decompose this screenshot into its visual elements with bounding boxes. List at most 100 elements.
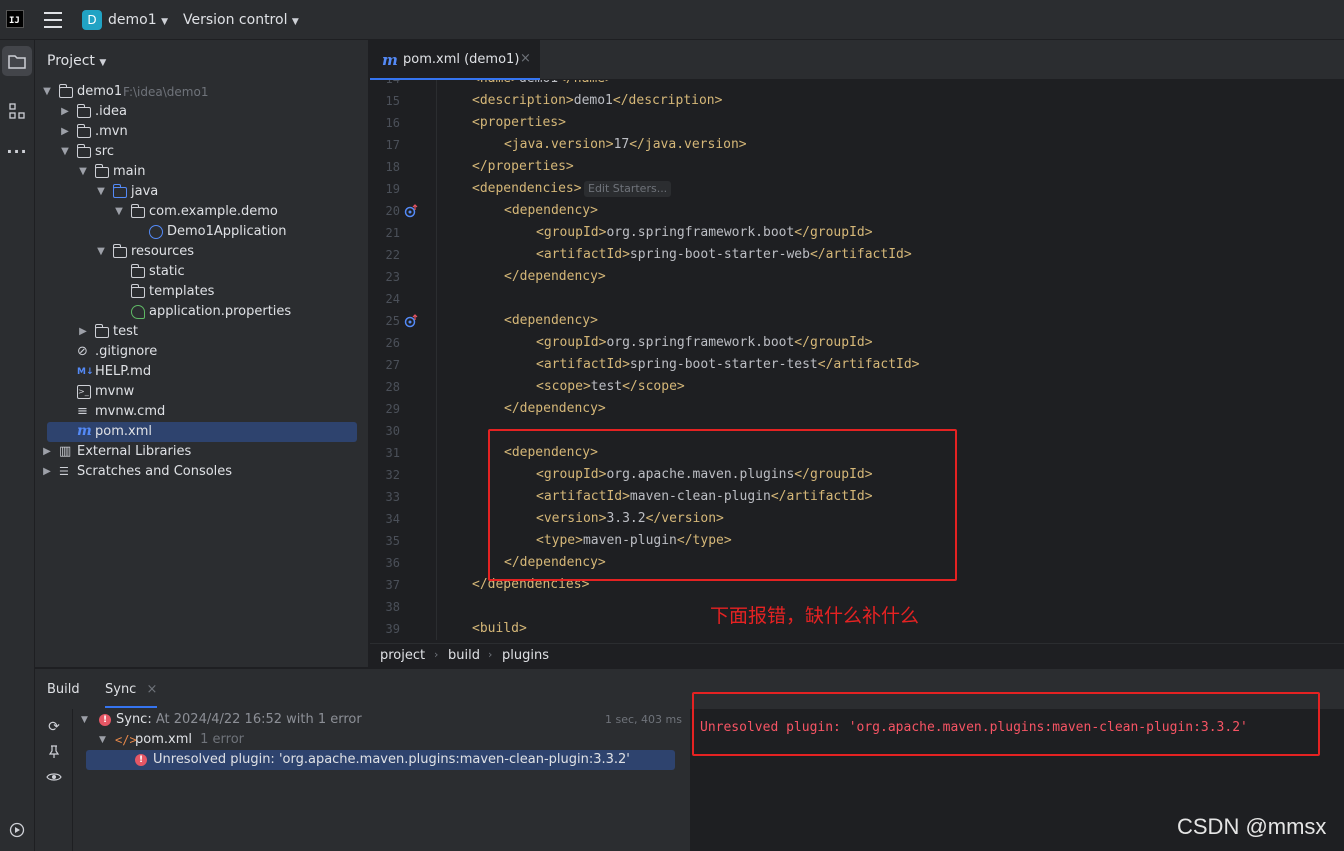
error-result-row[interactable]: ! Unresolved plugin: 'org.apache.maven.p… [86,750,675,770]
dependency-gutter-icon[interactable] [404,204,418,218]
code-line[interactable]: 21 <groupId>org.springframework.boot</gro… [370,222,1344,244]
chevron-right-icon[interactable]: ▶ [59,122,71,142]
xml-text: test [590,379,623,394]
close-icon[interactable]: × [146,682,157,697]
chevron-down-icon[interactable]: ▼ [95,182,107,202]
pom-result-row[interactable]: ▼ </> pom.xml 1 error [74,730,689,750]
chevron-down-icon: ▼ [81,715,88,725]
tree-item[interactable]: ▼ demo1 F:\idea\demo1 [35,82,369,102]
eye-icon[interactable] [45,771,63,789]
breadcrumb-item[interactable]: build [448,648,480,663]
chevron-right-icon[interactable]: ▶ [41,462,53,482]
line-number: 35 [385,534,400,548]
watermark: CSDN @mmsx [1177,814,1327,839]
breadcrumb-item[interactable]: project [380,648,425,663]
tree-item[interactable]: M↓ HELP.md [35,362,369,382]
breadcrumb-item[interactable]: plugins [502,648,549,663]
xml-tag: <dependency> [504,203,598,218]
code-line[interactable]: 17 <java.version>17</java.version> [370,134,1344,156]
project-selector[interactable]: demo1 ▼ [108,12,168,28]
more-tools-button[interactable]: ··· [2,136,32,166]
xml-text: org.springframework.boot [606,225,795,240]
main-menu-icon[interactable] [44,12,62,28]
xml-tag: <name> [472,80,519,86]
tree-item[interactable]: m pom.xml [47,422,357,442]
chevron-right-icon[interactable]: ▶ [77,322,89,342]
edit-starters-hint[interactable]: Edit Starters... [584,181,672,197]
chevron-down-icon[interactable]: ▼ [41,82,53,102]
code-line[interactable]: 28 <scope>test</scope> [370,376,1344,398]
tree-item[interactable]: ▶ .idea [35,102,369,122]
code-line[interactable]: 25 <dependency> [370,310,1344,332]
xml-tag: <properties> [472,115,566,130]
pom-error-count: 1 error [200,732,244,747]
code-text: <scope>test</scope> [536,376,685,398]
intellij-logo-icon[interactable]: IJ [6,10,24,28]
tree-item[interactable]: ▼ java [35,182,369,202]
tree-item[interactable]: ▶ .mvn [35,122,369,142]
tab-sync[interactable]: Sync × [105,682,158,708]
code-line[interactable]: 18 </properties> [370,156,1344,178]
code-line[interactable]: 24 [370,288,1344,310]
chevron-down-icon[interactable]: ▼ [113,202,125,222]
line-number: 16 [385,116,400,130]
tab-build[interactable]: Build [47,682,80,697]
dependency-gutter-icon[interactable] [404,314,418,328]
library-icon: ▥ [59,444,72,459]
tree-item[interactable]: ▶ ☰ Scratches and Consoles [35,462,369,482]
code-line[interactable]: 15 <description>demo1</description> [370,90,1344,112]
tab-pom-xml[interactable]: m pom.xml (demo1) × [370,40,540,80]
tree-item[interactable]: ▼ com.example.demo [35,202,369,222]
tree-item[interactable]: >_ mvnw [35,382,369,402]
tree-item[interactable]: application.properties [35,302,369,322]
xml-text: org.springframework.boot [606,335,795,350]
code-line[interactable]: 20 <dependency> [370,200,1344,222]
tree-item[interactable]: ▼ src [35,142,369,162]
chevron-right-icon[interactable]: ▶ [41,442,53,462]
tree-item[interactable]: ▶ ▥ External Libraries [35,442,369,462]
code-line[interactable]: 22 <artifactId>spring-boot-starter-web</a… [370,244,1344,266]
chevron-down-icon[interactable]: ▼ [59,142,71,162]
tree-item[interactable]: Demo1Application [35,222,369,242]
project-panel-title[interactable]: Project ▼ [47,53,106,69]
pin-icon[interactable] [45,745,63,763]
refresh-icon[interactable]: ⟳ [45,719,63,737]
chevron-right-icon[interactable]: ▶ [59,102,71,122]
structure-tool-button[interactable] [2,96,32,126]
code-line[interactable]: 16 <properties> [370,112,1344,134]
code-line[interactable]: 26 <groupId>org.springframework.boot</gro… [370,332,1344,354]
folder-icon [94,324,109,338]
tree-item-label: main [113,164,146,179]
tree-item[interactable]: ▼ main [35,162,369,182]
code-line[interactable]: 23 </dependency> [370,266,1344,288]
close-icon[interactable]: × [520,51,531,66]
chevron-down-icon[interactable]: ▼ [95,242,107,262]
code-text: <dependency> [504,200,598,222]
code-text: </properties> [472,156,574,178]
tree-item[interactable]: static [35,262,369,282]
tree-item[interactable]: ≡ mvnw.cmd [35,402,369,422]
project-badge[interactable]: D [82,10,102,30]
line-number: 28 [385,380,400,394]
project-panel: Project ▼ ▼ demo1 F:\idea\demo1 ▶ .idea ▶ .mvn… [35,40,369,667]
project-tool-button[interactable] [2,46,32,76]
line-number: 36 [385,556,400,570]
version-control-menu[interactable]: Version control ▼ [183,12,299,28]
tree-item[interactable]: ⊘ .gitignore [35,342,369,362]
line-number: 18 [385,160,400,174]
highlight-box-dependency [488,429,957,581]
tree-item[interactable]: ▼ resources [35,242,369,262]
services-tool-button[interactable] [2,815,32,845]
code-line[interactable]: 19 <dependencies> Edit Starters... [370,178,1344,200]
tree-item[interactable]: ▶ test [35,322,369,342]
code-line[interactable]: 14 <name>demo1</name> [370,80,1344,90]
code-line[interactable]: 29 </dependency> [370,398,1344,420]
chevron-down-icon[interactable]: ▼ [77,162,89,182]
error-message: Unresolved plugin: 'org.apache.maven.plu… [153,752,630,767]
tree-item[interactable]: templates [35,282,369,302]
markdown-icon: M↓ [77,367,94,377]
sync-result-row[interactable]: ▼ ! Sync: At 2024/4/22 16:52 with 1 erro… [74,710,689,730]
xml-tag: </dependency> [504,269,606,284]
code-line[interactable]: 27 <artifactId>spring-boot-starter-test</… [370,354,1344,376]
breadcrumb: project › build › plugins [370,643,1344,667]
